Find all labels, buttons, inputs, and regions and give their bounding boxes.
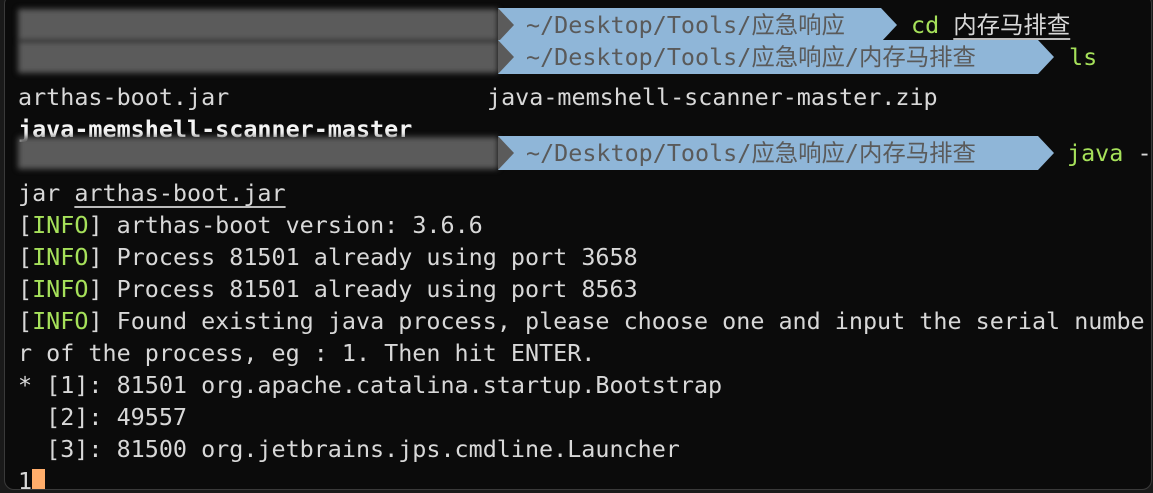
prompt-user-segment (18, 137, 498, 169)
prompt-path-text: ~/Desktop/Tools/应急响应/内存马排查 (526, 43, 976, 71)
wrapped-command-line: jar arthas-boot.jar (18, 177, 286, 209)
text-cursor (32, 468, 46, 489)
prompt-path-text: ~/Desktop/Tools/应急响应/内存马排查 (526, 139, 976, 167)
command: java (1067, 139, 1124, 167)
process-option: [2]: 49557 (18, 403, 187, 431)
command-arg: 内存马排查 (953, 11, 1071, 39)
info-line: [INFO] Found existing java process, plea… (18, 307, 1145, 335)
terminal-window[interactable]: ~/Desktop/Tools/应急响应 cd 内存马排查 ~/Desktop/… (4, 0, 1152, 490)
command-arg: arthas-boot.jar (74, 179, 286, 207)
user-input: 1 (18, 467, 33, 490)
command-line: java - (1067, 136, 1152, 170)
info-line: [INFO] arthas-boot version: 3.6.6 (18, 211, 483, 239)
prompt-path: ~/Desktop/Tools/应急响应 (498, 8, 897, 42)
prompt-user-segment (18, 41, 498, 73)
command-line: ls (1069, 40, 1097, 74)
info-tag: INFO (32, 275, 89, 303)
info-text: arthas-boot version: 3.6.6 (116, 211, 483, 239)
info-continuation: r of the process, eg : 1. Then hit ENTER… (18, 339, 596, 367)
prompt-user-segment (18, 9, 498, 41)
ls-output-row: java-memshell-scanner-master.zip (487, 81, 938, 113)
prompt-path: ~/Desktop/Tools/应急响应/内存马排查 (498, 136, 1054, 170)
input-line[interactable]: 1 (18, 465, 46, 490)
file-item: arthas-boot.jar (18, 83, 230, 111)
ls-output-row: arthas-boot.jar (18, 81, 229, 113)
info-line: [INFO] Process 81501 already using port … (18, 243, 638, 271)
file-item: java-memshell-scanner-master.zip (487, 83, 938, 111)
info-line: [INFO] Process 81501 already using port … (18, 275, 638, 303)
command: ls (1069, 43, 1098, 71)
info-text: Process 81501 already using port 3658 (116, 243, 638, 271)
info-text: Found existing java process, please choo… (116, 307, 1145, 335)
command-line: cd 内存马排查 (911, 8, 1070, 42)
process-option: [3]: 81500 org.jetbrains.jps.cmdline.Lau… (18, 435, 680, 463)
command-arg: - (1137, 139, 1152, 167)
info-tag: INFO (32, 307, 89, 335)
process-option: * [1]: 81501 org.apache.catalina.startup… (18, 371, 723, 399)
wrap-prefix: jar (18, 179, 75, 207)
info-tag: INFO (32, 243, 89, 271)
info-tag: INFO (32, 211, 89, 239)
prompt-path: ~/Desktop/Tools/应急响应/内存马排查 (498, 40, 1054, 74)
prompt-path-text: ~/Desktop/Tools/应急响应 (526, 11, 845, 39)
command: cd (911, 11, 940, 39)
info-text: Process 81501 already using port 8563 (116, 275, 638, 303)
